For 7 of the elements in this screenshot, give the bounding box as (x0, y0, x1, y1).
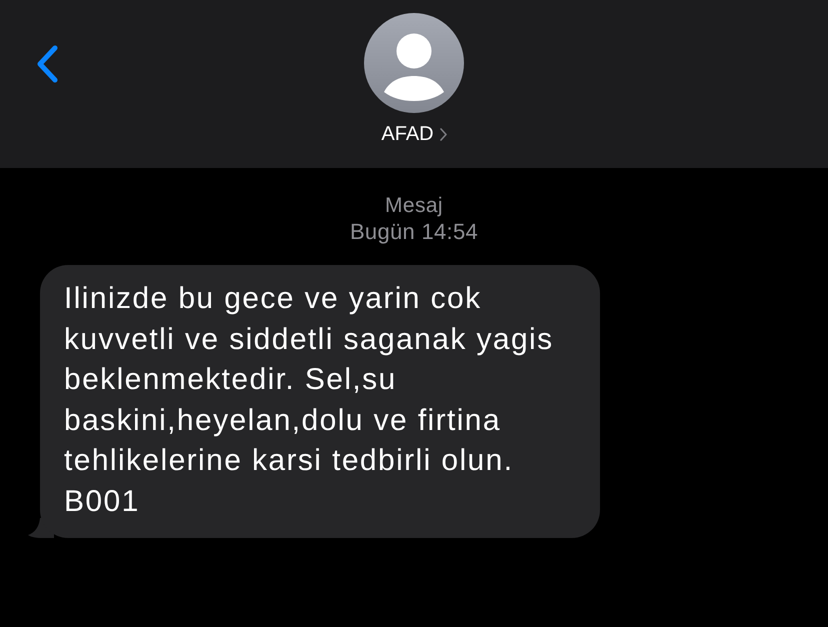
avatar-icon[interactable] (364, 13, 464, 113)
chevron-right-icon (440, 128, 447, 140)
back-chevron-icon (35, 45, 59, 83)
message-text: Ilinizde bu gece ve yarin cok kuvvetli ve siddetli saganak yagis beklenmektedir. Sel,su baskini,heyelan,dolu ve firtina tehlikelerine karsi tedbirli olun. B001 (64, 281, 554, 520)
message-timestamp: Bugün 14:54 (350, 219, 478, 245)
contact-name-button[interactable]: AFAD (381, 121, 447, 147)
message-type-label: Mesaj (384, 193, 444, 219)
